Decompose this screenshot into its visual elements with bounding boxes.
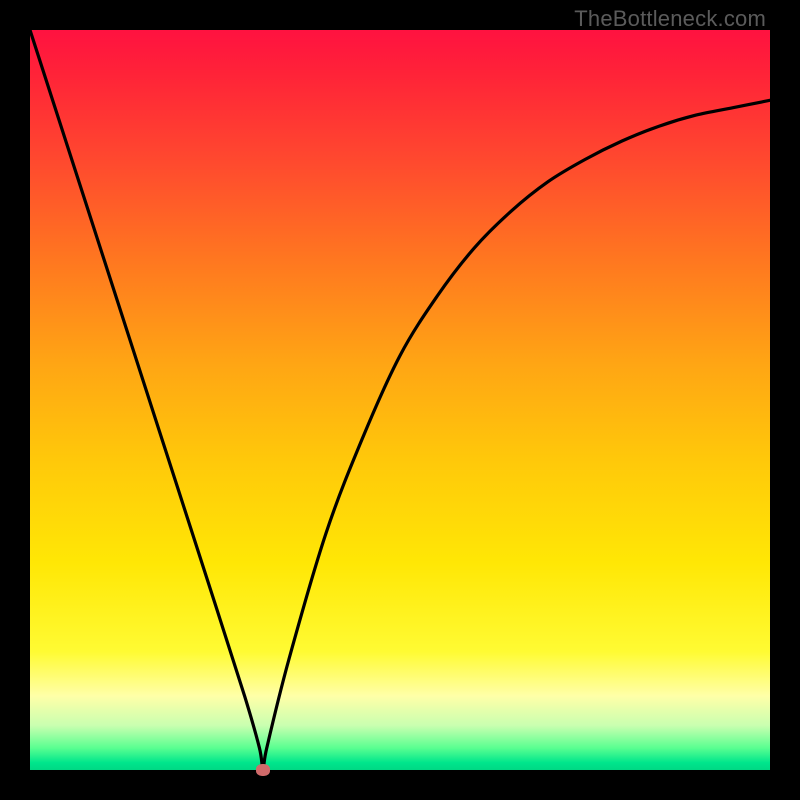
plot-area bbox=[30, 30, 770, 770]
curve-path bbox=[30, 30, 770, 770]
watermark-text: TheBottleneck.com bbox=[574, 6, 766, 32]
minimum-marker bbox=[256, 764, 270, 776]
bottleneck-curve bbox=[30, 30, 770, 770]
chart-frame: TheBottleneck.com bbox=[0, 0, 800, 800]
